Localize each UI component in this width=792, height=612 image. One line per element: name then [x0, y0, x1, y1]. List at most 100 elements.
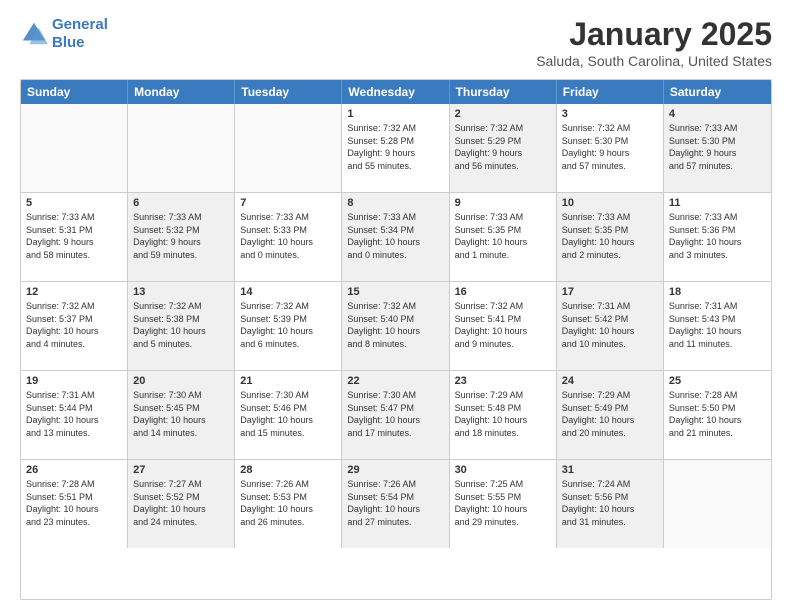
day-number: 22 — [347, 375, 443, 387]
cell-info: Sunrise: 7:32 AM Sunset: 5:30 PM Dayligh… — [562, 122, 658, 172]
cal-cell-day-21: 21 Sunrise: 7:30 AM Sunset: 5:46 PM Dayli… — [235, 371, 342, 459]
day-number: 2 — [455, 108, 551, 120]
cell-info: Sunrise: 7:31 AM Sunset: 5:42 PM Dayligh… — [562, 300, 658, 350]
cal-cell-day-16: 16Sunrise: 7:32 AM Sunset: 5:41 PM Dayli… — [450, 282, 557, 370]
cal-cell-day-8: 8 Sunrise: 7:33 AM Sunset: 5:34 PM Daylig… — [342, 193, 449, 281]
cell-info: Sunrise: 7:30 AM Sunset: 5:46 PM Dayligh… — [240, 389, 336, 439]
cell-info: Sunrise: 7:26 AM Sunset: 5:53 PM Dayligh… — [240, 478, 336, 528]
cell-info: Sunrise: 7:32 AM Sunset: 5:39 PM Dayligh… — [240, 300, 336, 350]
calendar: SundayMondayTuesdayWednesdayThursdayFrid… — [20, 79, 772, 600]
cal-cell-day-11: 11 Sunrise: 7:33 AM Sunset: 5:36 PM Dayli… — [664, 193, 771, 281]
cell-info: Sunrise: 7:32 AM Sunset: 5:28 PM Dayligh… — [347, 122, 443, 172]
cell-info: Sunrise: 7:33 AM Sunset: 5:33 PM Dayligh… — [240, 211, 336, 261]
header-day-monday: Monday — [128, 80, 235, 104]
cal-cell-empty — [235, 104, 342, 192]
day-number: 1 — [347, 108, 443, 120]
cell-info: Sunrise: 7:33 AM Sunset: 5:36 PM Dayligh… — [669, 211, 766, 261]
cell-info: Sunrise: 7:33 AM Sunset: 5:31 PM Dayligh… — [26, 211, 122, 261]
day-number: 25 — [669, 375, 766, 387]
day-number: 23 — [455, 375, 551, 387]
cal-cell-day-10: 10 Sunrise: 7:33 AM Sunset: 5:35 PM Dayli… — [557, 193, 664, 281]
page: General Blue January 2025 Saluda, South … — [0, 0, 792, 612]
cal-cell-day-24: 24 Sunrise: 7:29 AM Sunset: 5:49 PM Dayli… — [557, 371, 664, 459]
calendar-row-0: 1 Sunrise: 7:32 AM Sunset: 5:28 PM Daylig… — [21, 104, 771, 193]
day-number: 18 — [669, 286, 766, 298]
cell-info: Sunrise: 7:29 AM Sunset: 5:49 PM Dayligh… — [562, 389, 658, 439]
day-number: 27 — [133, 464, 229, 476]
cal-cell-day-18: 18 Sunrise: 7:31 AM Sunset: 5:43 PM Dayli… — [664, 282, 771, 370]
logo-general: General — [52, 16, 108, 33]
day-number: 31 — [562, 464, 658, 476]
header-day-saturday: Saturday — [664, 80, 771, 104]
cal-cell-day-14: 14Sunrise: 7:32 AM Sunset: 5:39 PM Dayli… — [235, 282, 342, 370]
day-number: 26 — [26, 464, 122, 476]
cell-info: Sunrise: 7:32 AM Sunset: 5:40 PM Dayligh… — [347, 300, 443, 350]
day-number: 11 — [669, 197, 766, 209]
day-number: 24 — [562, 375, 658, 387]
header-day-tuesday: Tuesday — [235, 80, 342, 104]
cell-info: Sunrise: 7:25 AM Sunset: 5:55 PM Dayligh… — [455, 478, 551, 528]
month-year: January 2025 — [536, 16, 772, 53]
cell-info: Sunrise: 7:30 AM Sunset: 5:47 PM Dayligh… — [347, 389, 443, 439]
day-number: 5 — [26, 197, 122, 209]
cal-cell-day-17: 17 Sunrise: 7:31 AM Sunset: 5:42 PM Dayli… — [557, 282, 664, 370]
cal-cell-day-4: 4Sunrise: 7:33 AM Sunset: 5:30 PM Daylig… — [664, 104, 771, 192]
cal-cell-day-20: 20Sunrise: 7:30 AM Sunset: 5:45 PM Dayli… — [128, 371, 235, 459]
logo-text: General Blue — [52, 16, 108, 52]
day-number: 9 — [455, 197, 551, 209]
cal-cell-day-19: 19Sunrise: 7:31 AM Sunset: 5:44 PM Dayli… — [21, 371, 128, 459]
location: Saluda, South Carolina, United States — [536, 53, 772, 69]
cell-info: Sunrise: 7:32 AM Sunset: 5:38 PM Dayligh… — [133, 300, 229, 350]
cal-cell-day-1: 1 Sunrise: 7:32 AM Sunset: 5:28 PM Daylig… — [342, 104, 449, 192]
day-number: 12 — [26, 286, 122, 298]
day-number: 15 — [347, 286, 443, 298]
cell-info: Sunrise: 7:29 AM Sunset: 5:48 PM Dayligh… — [455, 389, 551, 439]
cal-cell-day-25: 25Sunrise: 7:28 AM Sunset: 5:50 PM Dayli… — [664, 371, 771, 459]
day-number: 19 — [26, 375, 122, 387]
cal-cell-day-7: 7Sunrise: 7:33 AM Sunset: 5:33 PM Daylig… — [235, 193, 342, 281]
cal-cell-day-6: 6 Sunrise: 7:33 AM Sunset: 5:32 PM Daylig… — [128, 193, 235, 281]
calendar-row-4: 26 Sunrise: 7:28 AM Sunset: 5:51 PM Dayli… — [21, 460, 771, 548]
day-number: 6 — [133, 197, 229, 209]
calendar-row-3: 19Sunrise: 7:31 AM Sunset: 5:44 PM Dayli… — [21, 371, 771, 460]
day-number: 17 — [562, 286, 658, 298]
calendar-body: 1 Sunrise: 7:32 AM Sunset: 5:28 PM Daylig… — [21, 104, 771, 548]
cal-cell-day-29: 29Sunrise: 7:26 AM Sunset: 5:54 PM Dayli… — [342, 460, 449, 548]
cal-cell-day-22: 22 Sunrise: 7:30 AM Sunset: 5:47 PM Dayli… — [342, 371, 449, 459]
cal-cell-day-3: 3Sunrise: 7:32 AM Sunset: 5:30 PM Daylig… — [557, 104, 664, 192]
day-number: 21 — [240, 375, 336, 387]
cell-info: Sunrise: 7:24 AM Sunset: 5:56 PM Dayligh… — [562, 478, 658, 528]
cal-cell-day-2: 2 Sunrise: 7:32 AM Sunset: 5:29 PM Daylig… — [450, 104, 557, 192]
cal-cell-day-28: 28 Sunrise: 7:26 AM Sunset: 5:53 PM Dayli… — [235, 460, 342, 548]
header-day-thursday: Thursday — [450, 80, 557, 104]
cal-cell-day-26: 26 Sunrise: 7:28 AM Sunset: 5:51 PM Dayli… — [21, 460, 128, 548]
cal-cell-empty — [664, 460, 771, 548]
cal-cell-day-9: 9Sunrise: 7:33 AM Sunset: 5:35 PM Daylig… — [450, 193, 557, 281]
day-number: 28 — [240, 464, 336, 476]
cal-cell-day-13: 13 Sunrise: 7:32 AM Sunset: 5:38 PM Dayli… — [128, 282, 235, 370]
logo: General Blue — [20, 16, 108, 52]
title-block: January 2025 Saluda, South Carolina, Uni… — [536, 16, 772, 69]
header-day-friday: Friday — [557, 80, 664, 104]
day-number: 10 — [562, 197, 658, 209]
cell-info: Sunrise: 7:32 AM Sunset: 5:29 PM Dayligh… — [455, 122, 551, 172]
cal-cell-day-12: 12 Sunrise: 7:32 AM Sunset: 5:37 PM Dayli… — [21, 282, 128, 370]
day-number: 13 — [133, 286, 229, 298]
calendar-row-2: 12 Sunrise: 7:32 AM Sunset: 5:37 PM Dayli… — [21, 282, 771, 371]
header-day-wednesday: Wednesday — [342, 80, 449, 104]
header-day-sunday: Sunday — [21, 80, 128, 104]
day-number: 30 — [455, 464, 551, 476]
cell-info: Sunrise: 7:32 AM Sunset: 5:37 PM Dayligh… — [26, 300, 122, 350]
logo-icon — [20, 20, 48, 48]
cell-info: Sunrise: 7:33 AM Sunset: 5:32 PM Dayligh… — [133, 211, 229, 261]
header: General Blue January 2025 Saluda, South … — [20, 16, 772, 69]
cal-cell-day-5: 5 Sunrise: 7:33 AM Sunset: 5:31 PM Daylig… — [21, 193, 128, 281]
cell-info: Sunrise: 7:26 AM Sunset: 5:54 PM Dayligh… — [347, 478, 443, 528]
cell-info: Sunrise: 7:33 AM Sunset: 5:34 PM Dayligh… — [347, 211, 443, 261]
cell-info: Sunrise: 7:28 AM Sunset: 5:51 PM Dayligh… — [26, 478, 122, 528]
cell-info: Sunrise: 7:31 AM Sunset: 5:43 PM Dayligh… — [669, 300, 766, 350]
day-number: 16 — [455, 286, 551, 298]
day-number: 8 — [347, 197, 443, 209]
cell-info: Sunrise: 7:30 AM Sunset: 5:45 PM Dayligh… — [133, 389, 229, 439]
cell-info: Sunrise: 7:33 AM Sunset: 5:35 PM Dayligh… — [562, 211, 658, 261]
